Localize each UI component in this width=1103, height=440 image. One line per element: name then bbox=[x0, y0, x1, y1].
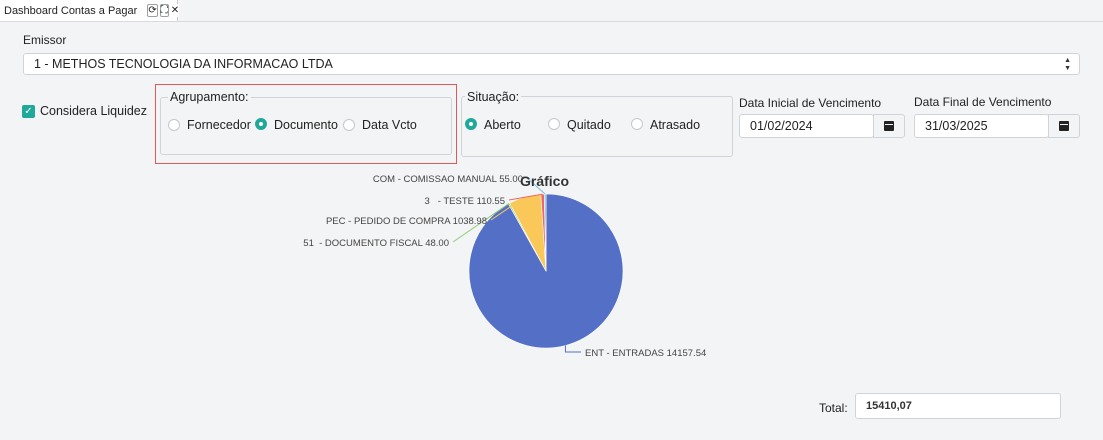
radio-quitado-label: Quitado bbox=[567, 118, 611, 132]
radio-aberto-label: Aberto bbox=[484, 118, 521, 132]
total-label: Total: bbox=[819, 401, 848, 415]
radio-data-vcto-label: Data Vcto bbox=[362, 118, 417, 132]
radio-atrasado-label: Atrasado bbox=[650, 118, 701, 132]
total-value: 15410,07 bbox=[855, 393, 1061, 419]
radio-data-vcto[interactable] bbox=[343, 119, 355, 131]
pie-chart: ENT - ENTRADAS 14157.54 51 - DOCUMENTO FI… bbox=[303, 174, 706, 359]
data-final-label: Data Final de Vencimento bbox=[914, 95, 1052, 109]
close-icon[interactable]: ✕ bbox=[170, 4, 180, 17]
data-inicial-input[interactable]: 01/02/2024 bbox=[739, 114, 874, 138]
radio-fornecedor[interactable] bbox=[168, 119, 180, 131]
emissor-label: Emissor bbox=[23, 33, 67, 47]
radio-documento-label: Documento bbox=[274, 118, 338, 132]
situacao-legend: Situação: bbox=[465, 90, 522, 104]
data-final-input[interactable]: 31/03/2025 bbox=[914, 114, 1049, 138]
calendar-icon bbox=[1059, 121, 1069, 131]
pie-slice-label: PEC - PEDIDO DE COMPRA 1038.98 bbox=[326, 216, 487, 227]
calendar-icon bbox=[884, 121, 894, 131]
expand-icon[interactable]: ⛶ bbox=[159, 4, 169, 17]
select-arrows-icon: ▲ ▼ bbox=[1064, 57, 1071, 72]
tab-title: Dashboard Contas a Pagar bbox=[4, 4, 138, 17]
pie-label-line bbox=[564, 345, 581, 353]
radio-aberto[interactable] bbox=[465, 118, 477, 130]
agrupamento-legend: Agrupamento: bbox=[168, 90, 251, 104]
radio-atrasado[interactable] bbox=[631, 118, 643, 130]
data-final-calendar-button[interactable] bbox=[1048, 114, 1080, 138]
radio-documento[interactable] bbox=[255, 118, 267, 130]
radio-quitado[interactable] bbox=[548, 118, 560, 130]
refresh-icon[interactable]: ⟳ bbox=[147, 4, 158, 17]
radio-fornecedor-label: Fornecedor bbox=[187, 118, 251, 132]
chart-title: Gráfico bbox=[520, 173, 570, 189]
pie-slice-label: 3 - TESTE 110.55 bbox=[425, 196, 505, 207]
emissor-select[interactable]: 1 - METHOS TECNOLOGIA DA INFORMACAO LTDA… bbox=[23, 53, 1080, 75]
data-inicial-label: Data Inicial de Vencimento bbox=[739, 96, 882, 110]
considera-liquidez-label: Considera Liquidez bbox=[40, 104, 148, 118]
tab-dashboard[interactable]: Dashboard Contas a Pagar ⟳ ⛶ ✕ bbox=[0, 0, 180, 21]
emissor-value: 1 - METHOS TECNOLOGIA DA INFORMACAO LTDA bbox=[34, 57, 333, 71]
pie-slice-label: COM - COMISSAO MANUAL 55.00 bbox=[373, 174, 523, 185]
considera-liquidez-checkbox[interactable]: ✓ bbox=[22, 105, 35, 118]
data-inicial-calendar-button[interactable] bbox=[873, 114, 905, 138]
tab-bar: Dashboard Contas a Pagar ⟳ ⛶ ✕ bbox=[0, 0, 1103, 22]
pie-slice-label: 51 - DOCUMENTO FISCAL 48.00 bbox=[303, 238, 449, 249]
pie-slice-label: ENT - ENTRADAS 14157.54 bbox=[585, 348, 706, 359]
